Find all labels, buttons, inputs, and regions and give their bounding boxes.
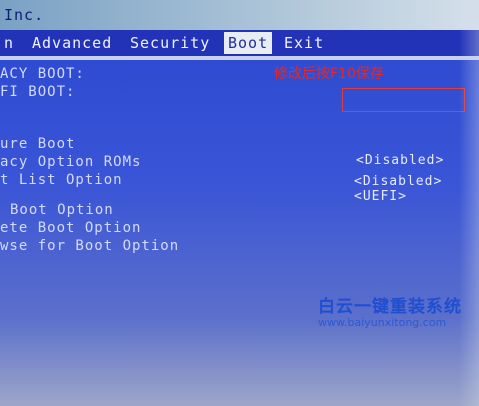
- tab-main[interactable]: n: [0, 32, 18, 54]
- tab-security[interactable]: Security: [126, 32, 214, 54]
- vendor-name: Inc.: [4, 6, 45, 24]
- legacy-boot-label: ACY BOOT:: [0, 66, 85, 82]
- tab-advanced[interactable]: Advanced: [28, 32, 116, 54]
- add-boot-option[interactable]: Boot Option: [10, 202, 114, 218]
- boot-list-value[interactable]: <UEFI>: [354, 189, 407, 204]
- annotation-note: 修改后按F10保存: [274, 66, 384, 82]
- menu-bar: n Advanced Security Boot Exit: [0, 30, 479, 56]
- annotation-highlight-box: [342, 88, 465, 112]
- bios-screen: Inc. n Advanced Security Boot Exit ACY B…: [0, 0, 479, 406]
- uefi-boot-label: FI BOOT:: [0, 84, 76, 100]
- tab-boot[interactable]: Boot: [224, 32, 273, 54]
- secure-boot-value[interactable]: <Disabled>: [356, 153, 444, 168]
- delete-boot-option[interactable]: ete Boot Option: [0, 220, 141, 236]
- screen-glare: [459, 0, 479, 406]
- browse-boot-option[interactable]: wse for Boot Option: [0, 238, 179, 254]
- tab-exit[interactable]: Exit: [280, 32, 328, 54]
- title-bar: Inc.: [0, 0, 479, 30]
- watermark-url: www.baiyunxitong.com: [318, 316, 447, 329]
- legacy-option-roms-value[interactable]: <Disabled>: [354, 174, 442, 189]
- watermark-title: 白云一键重装系统: [318, 297, 462, 317]
- boot-list-option[interactable]: t List Option: [0, 172, 123, 188]
- legacy-option-roms-option[interactable]: acy Option ROMs: [0, 154, 141, 170]
- secure-boot-option[interactable]: ure Boot: [0, 136, 75, 152]
